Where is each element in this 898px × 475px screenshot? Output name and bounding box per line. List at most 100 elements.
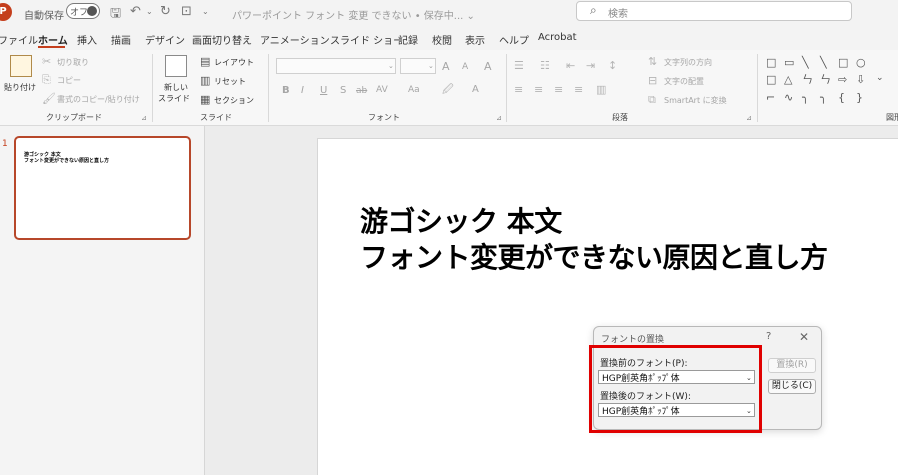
- align-left-icon[interactable]: ≡: [514, 84, 523, 95]
- help-icon[interactable]: ?: [766, 331, 771, 342]
- line-spacing-icon[interactable]: ↕: [608, 60, 617, 71]
- italic-button[interactable]: I: [301, 85, 304, 96]
- shapes-more-icon[interactable]: ⌄: [876, 74, 884, 83]
- section-button[interactable]: セクション: [214, 95, 254, 106]
- smartart-icon: ⧉: [648, 93, 656, 106]
- document-title[interactable]: パワーポイント フォント 変更 できない • 保存中... ⌄: [232, 7, 475, 22]
- highlight-annotation-box: [589, 345, 762, 433]
- layout-button[interactable]: レイアウト: [214, 57, 254, 68]
- tab-help[interactable]: ヘルプ: [499, 32, 529, 47]
- group-separator: [757, 54, 758, 122]
- tab-animations[interactable]: アニメーション: [260, 32, 330, 47]
- shape-rectangle-icon[interactable]: □: [838, 57, 848, 68]
- copy-button[interactable]: コピー: [57, 75, 81, 86]
- font-size-up-button[interactable]: A: [442, 60, 450, 73]
- tab-review[interactable]: 校閲: [432, 32, 452, 47]
- new-slide-label-2[interactable]: スライド: [158, 93, 190, 104]
- slide-title-line1[interactable]: 游ゴシック 本文: [360, 200, 562, 240]
- tab-file[interactable]: ファイル: [0, 32, 38, 47]
- clipboard-launcher-icon[interactable]: ⊿: [141, 114, 147, 122]
- shape-line-icon[interactable]: ╲: [820, 57, 827, 68]
- tab-design[interactable]: デザイン: [145, 32, 185, 47]
- group-separator: [268, 54, 269, 122]
- align-text-button[interactable]: 文字の配置: [664, 76, 704, 87]
- columns-icon[interactable]: ▥: [596, 84, 606, 95]
- paragraph-launcher-icon[interactable]: ⊿: [746, 114, 752, 122]
- decrease-indent-icon[interactable]: ⇤: [566, 60, 575, 71]
- shadow-text-button[interactable]: S: [340, 85, 346, 96]
- strikethrough-button[interactable]: ab: [356, 86, 367, 96]
- shape-line-icon[interactable]: ╲: [802, 57, 809, 68]
- toggle-knob: [87, 6, 97, 16]
- shape-arc-icon[interactable]: ╮: [820, 92, 827, 103]
- shape-rectangle-icon[interactable]: □: [766, 74, 776, 85]
- autosave-label: 自動保存: [24, 11, 64, 22]
- bullets-icon[interactable]: ☰: [514, 60, 524, 71]
- smartart-button[interactable]: SmartArt に変換: [664, 95, 727, 106]
- justify-icon[interactable]: ≡: [574, 84, 583, 95]
- align-center-icon[interactable]: ≡: [534, 84, 543, 95]
- new-slide-label-1[interactable]: 新しい: [164, 82, 188, 93]
- redo-icon[interactable]: ↻: [160, 4, 171, 19]
- shape-arrow-down-icon[interactable]: ⇩: [856, 74, 865, 85]
- thumbnail-text-line2: フォント変更ができない原因と直し方: [24, 158, 110, 164]
- numbering-icon[interactable]: ☷: [540, 60, 550, 71]
- cut-button[interactable]: 切り取り: [57, 57, 89, 68]
- shape-oval-icon[interactable]: ○: [856, 57, 866, 68]
- layout-icon: ▤: [200, 55, 211, 68]
- shape-triangle-icon[interactable]: △: [784, 74, 792, 85]
- font-size-down-button[interactable]: A: [462, 62, 468, 72]
- tab-record[interactable]: 記録: [398, 32, 418, 47]
- shape-connector-icon[interactable]: ㄣ: [802, 74, 813, 85]
- shape-brace-right-icon[interactable]: }: [856, 92, 863, 103]
- tab-insert[interactable]: 挿入: [77, 32, 97, 47]
- clear-format-button[interactable]: A: [484, 60, 492, 73]
- increase-indent-icon[interactable]: ⇥: [586, 60, 595, 71]
- tab-draw[interactable]: 描画: [111, 32, 131, 47]
- font-color-button[interactable]: A: [472, 84, 479, 95]
- shape-arc-icon[interactable]: ╮: [802, 92, 809, 103]
- undo-dropdown-icon[interactable]: ⌄: [146, 7, 153, 16]
- group-separator: [152, 54, 153, 122]
- font-name-combo[interactable]: [276, 58, 396, 74]
- shape-rectangle-icon[interactable]: □: [766, 57, 776, 68]
- tab-slideshow[interactable]: スライド ショー: [330, 32, 403, 47]
- new-slide-icon[interactable]: [165, 55, 187, 77]
- highlight-icon[interactable]: 🖉: [442, 84, 454, 95]
- shape-connector-icon[interactable]: ㄣ: [820, 74, 831, 85]
- shape-curve-icon[interactable]: ∿: [784, 92, 793, 103]
- customize-toolbar-icon[interactable]: ⌄: [202, 7, 209, 16]
- save-icon[interactable]: 🖫: [110, 4, 121, 26]
- shape-textbox-icon[interactable]: ▭: [784, 57, 794, 68]
- text-direction-button[interactable]: 文字列の方向: [664, 57, 712, 68]
- format-painter-icon: 🖌: [42, 92, 56, 105]
- tab-acrobat[interactable]: Acrobat: [538, 32, 577, 43]
- close-button[interactable]: 閉じる(C): [768, 379, 816, 394]
- shape-arrow-right-icon[interactable]: ⇨: [838, 74, 847, 85]
- tab-view[interactable]: 表示: [465, 32, 485, 47]
- change-case-button[interactable]: Aa: [408, 85, 420, 95]
- underline-button[interactable]: U: [320, 85, 327, 96]
- bold-button[interactable]: B: [282, 85, 290, 96]
- group-label-clipboard: クリップボード: [46, 113, 102, 122]
- shape-brace-left-icon[interactable]: {: [838, 92, 845, 103]
- paste-button[interactable]: 貼り付け: [4, 82, 36, 93]
- reset-button[interactable]: リセット: [214, 76, 246, 87]
- char-spacing-button[interactable]: AV: [376, 85, 388, 95]
- undo-icon[interactable]: ↶: [130, 4, 141, 19]
- tab-home[interactable]: ホーム: [38, 32, 68, 47]
- format-painter-button[interactable]: 書式のコピー/貼り付け: [57, 94, 140, 105]
- present-icon[interactable]: ⊡: [181, 4, 192, 19]
- autosave-state: オフ: [70, 8, 89, 18]
- group-label-drawing: 図形描画: [886, 113, 898, 122]
- replace-button[interactable]: 置換(R): [768, 358, 816, 373]
- shape-elbow-icon[interactable]: ⌐: [766, 92, 775, 103]
- reset-icon: ▥: [200, 74, 211, 87]
- close-icon[interactable]: ✕: [799, 330, 809, 344]
- paste-icon[interactable]: [10, 55, 32, 77]
- align-right-icon[interactable]: ≡: [554, 84, 563, 95]
- font-launcher-icon[interactable]: ⊿: [496, 114, 502, 122]
- slide-title-line2[interactable]: フォント変更ができない原因と直し方: [360, 236, 828, 276]
- tab-transitions[interactable]: 画面切り替え: [192, 32, 252, 47]
- chevron-down-icon: ⌄: [428, 62, 434, 70]
